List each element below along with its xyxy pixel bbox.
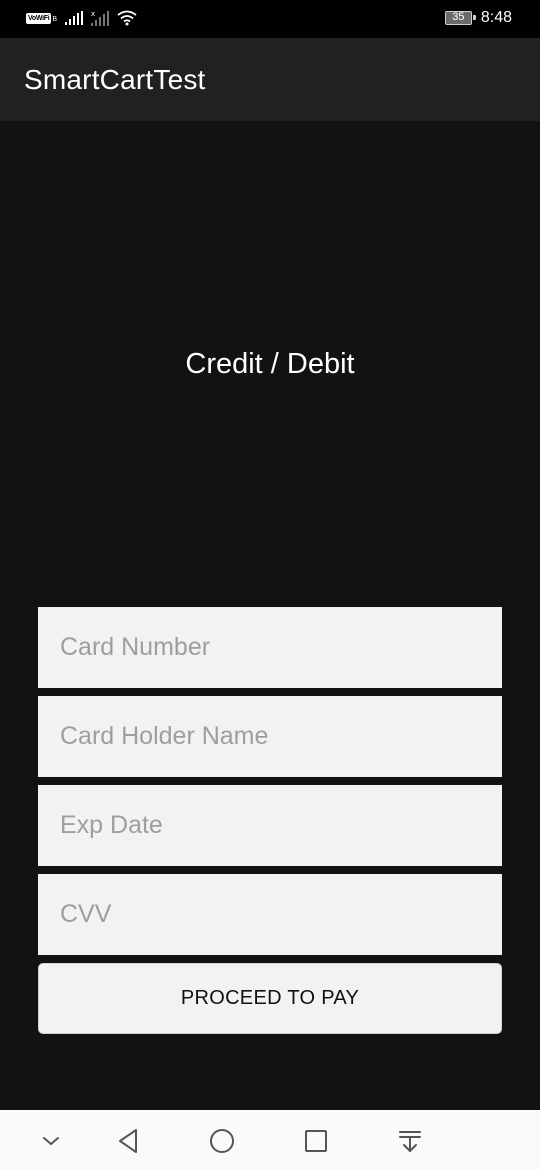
exp-date-input[interactable]	[38, 785, 502, 866]
sim-indicator: B	[52, 15, 58, 23]
vowifi-indicator: VoWiFi B	[26, 12, 58, 24]
signal-strength-icon	[65, 11, 84, 25]
card-number-input[interactable]	[38, 607, 502, 688]
recents-button[interactable]	[299, 1124, 333, 1158]
status-left-group: VoWiFi B x	[26, 10, 137, 26]
notification-pull-button[interactable]	[393, 1124, 427, 1158]
cvv-input[interactable]	[38, 874, 502, 955]
hide-nav-button[interactable]	[34, 1124, 68, 1158]
battery-level: 35	[452, 11, 465, 23]
battery-icon: 35	[444, 11, 476, 25]
vowifi-badge: VoWiFi	[26, 12, 52, 24]
back-icon	[119, 1129, 137, 1153]
home-button[interactable]	[205, 1124, 239, 1158]
status-right-group: 35 8:48	[444, 9, 512, 27]
proceed-to-pay-button[interactable]: PROCEED TO PAY	[38, 963, 502, 1034]
back-button[interactable]	[111, 1124, 145, 1158]
payment-screen: VoWiFi B x 35 8:48 SmartCartTest Credit …	[0, 0, 540, 1170]
app-title: SmartCartTest	[24, 64, 206, 95]
notification-pull-icon	[399, 1131, 421, 1152]
chevron-down-icon	[43, 1137, 59, 1146]
app-bar: SmartCartTest	[0, 38, 540, 121]
svg-text:x: x	[91, 10, 95, 18]
status-time: 8:48	[480, 9, 512, 26]
recents-icon	[305, 1130, 327, 1152]
home-icon	[210, 1129, 234, 1153]
card-holder-name-input[interactable]	[38, 696, 502, 777]
status-bar: VoWiFi B x 35 8:48	[0, 0, 540, 38]
no-signal-sim2-icon: x	[91, 10, 110, 26]
wifi-icon	[117, 10, 137, 26]
system-navigation-bar	[0, 1110, 540, 1170]
payment-method-heading: Credit / Debit	[185, 348, 355, 380]
